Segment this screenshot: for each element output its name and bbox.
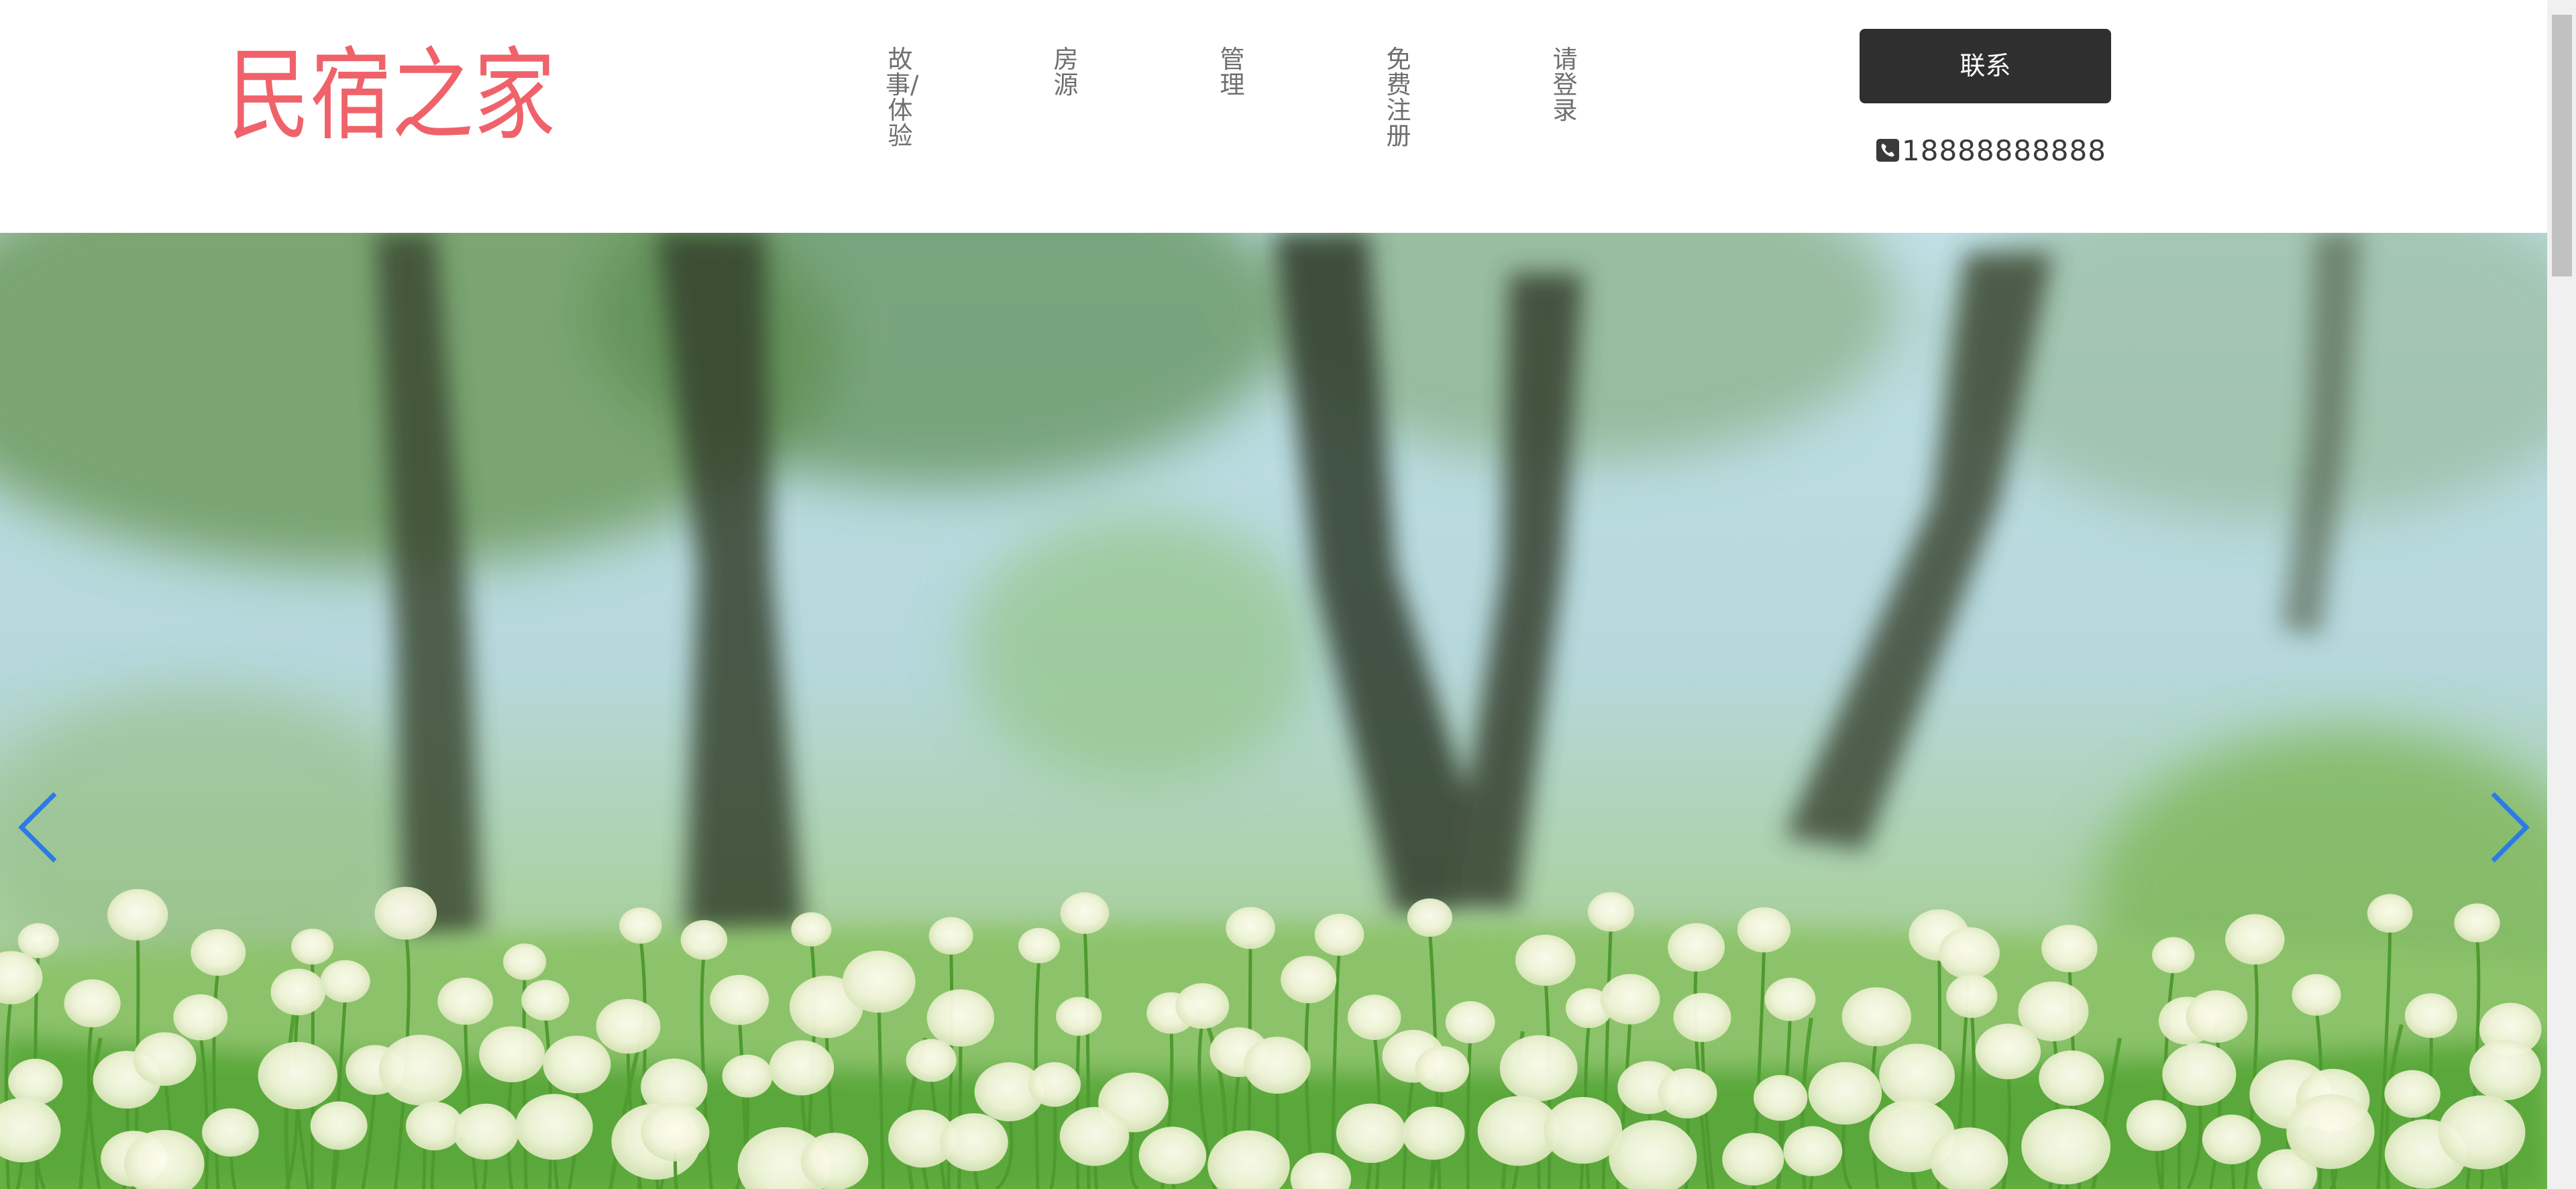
nav-item-login[interactable]: 请登录 [1550, 47, 1580, 123]
nav-item-manage[interactable]: 管理 [1218, 47, 1247, 98]
phone-icon [1876, 139, 1899, 162]
site-logo[interactable]: 民宿之家 [228, 44, 557, 145]
phone-number: 18888888888 [1876, 132, 2106, 169]
nav-item-register[interactable]: 免费注册 [1384, 47, 1413, 149]
scrollbar-thumb[interactable] [2552, 15, 2572, 276]
chevron-left-icon [18, 792, 57, 863]
svg-text:民宿之家: 民宿之家 [228, 44, 555, 145]
carousel-prev-button[interactable] [7, 780, 67, 874]
site-header: 民宿之家 故事/体验 房源 管理 免费注册 请登录 联系 18888888888 [0, 0, 2547, 233]
page-scrollbar[interactable] [2547, 0, 2576, 1189]
logo-image: 民宿之家 [228, 44, 555, 145]
chevron-right-icon [2491, 792, 2530, 863]
phone-number-text: 18888888888 [1902, 134, 2106, 167]
contact-button[interactable]: 联系 [1860, 29, 2111, 103]
carousel-next-button[interactable] [2481, 780, 2541, 874]
nav-item-stories[interactable]: 故事/体验 [885, 47, 918, 149]
hero-carousel [0, 233, 2547, 1189]
page: 民宿之家 故事/体验 房源 管理 免费注册 请登录 联系 18888888888 [0, 0, 2576, 1189]
hero-image [0, 233, 2547, 1189]
nav-item-listings[interactable]: 房源 [1051, 47, 1081, 98]
